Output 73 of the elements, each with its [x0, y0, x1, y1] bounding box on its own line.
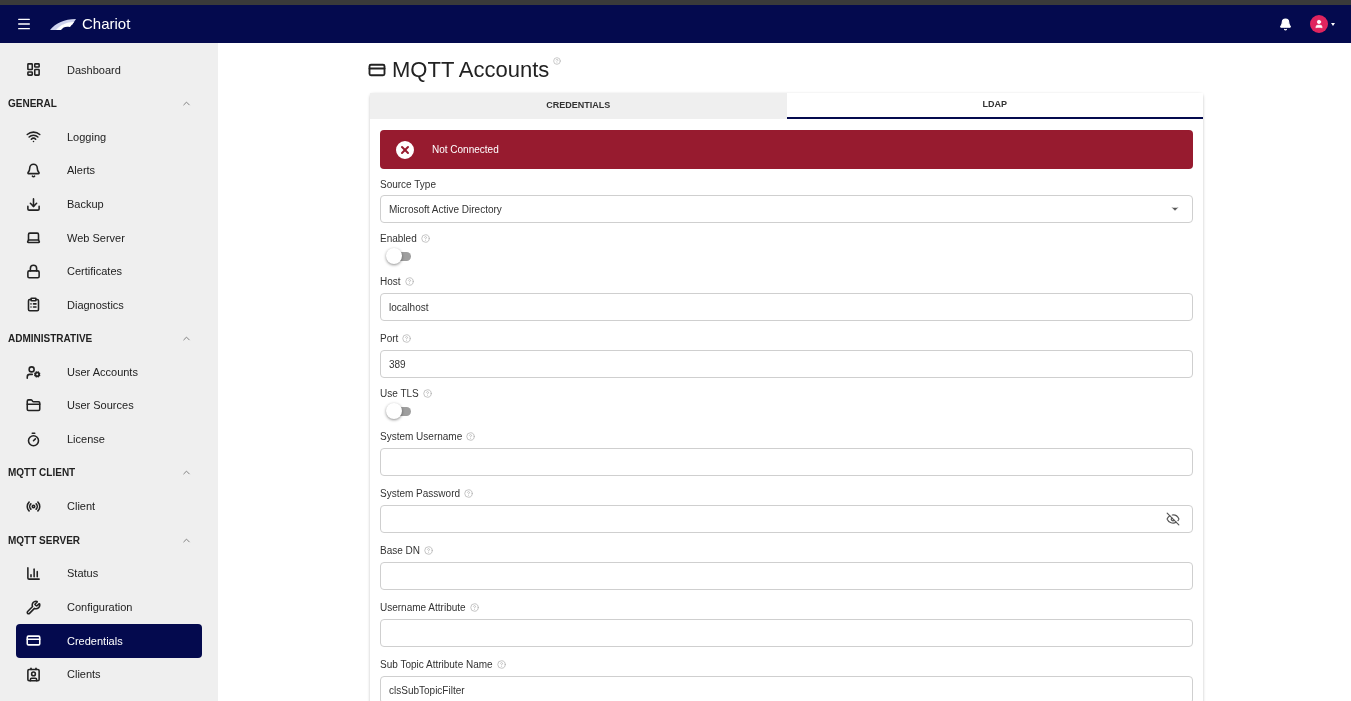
sidebar-item[interactable]: Dashboard [16, 53, 202, 87]
field-label: Use TLS [380, 386, 419, 401]
section-header[interactable]: MQTT CLIENT [0, 456, 218, 490]
password-field[interactable] [380, 505, 1193, 533]
sidebar-item[interactable]: Credentials [16, 624, 202, 658]
section-header[interactable]: ADMINISTRATIVE [0, 321, 218, 356]
field-label: System Username [380, 429, 463, 444]
signal-icon [26, 499, 41, 514]
user-gear-icon [26, 364, 41, 380]
help-icon[interactable] [553, 57, 562, 65]
stopwatch-icon [26, 431, 41, 447]
field-label: Enabled [380, 231, 417, 246]
help-icon[interactable] [404, 276, 414, 286]
help-icon[interactable] [496, 659, 506, 669]
sidebar-item[interactable]: License [16, 422, 202, 457]
logo-icon [48, 17, 78, 31]
id-badge-icon [26, 667, 41, 682]
sidebar-item[interactable]: Clients [16, 657, 202, 692]
sidebar-item[interactable]: Logging [16, 120, 202, 154]
lock-icon [26, 263, 41, 279]
field-label: Port [380, 331, 399, 346]
sidebar-item[interactable]: Diagnostics [16, 288, 202, 322]
download-icon [26, 196, 41, 212]
tab[interactable]: LDAP [786, 93, 1203, 119]
page-title: MQTT Accounts [392, 57, 550, 83]
folder-icon [26, 398, 41, 414]
bell-icon[interactable] [1279, 17, 1292, 31]
sidebar-item[interactable]: Alerts [16, 153, 202, 188]
wrench-icon [26, 599, 41, 615]
field-label: Host [380, 274, 401, 289]
field-label: Source Type [380, 177, 436, 192]
help-icon[interactable] [464, 488, 474, 498]
error-banner: Not Connected [380, 130, 1193, 169]
dashboard-icon [26, 62, 41, 78]
section-header[interactable]: MQTT SERVER [0, 523, 218, 557]
help-icon[interactable] [466, 431, 476, 441]
help-icon[interactable] [420, 233, 430, 243]
clipboard-icon [26, 297, 41, 313]
user-icon [1314, 19, 1324, 29]
input-field[interactable] [380, 562, 1193, 590]
field-label: System Password [380, 486, 461, 501]
field-label: Sub Topic Attribute Name [380, 657, 493, 672]
input-field[interactable] [380, 619, 1193, 647]
input-field[interactable]: localhost [380, 293, 1193, 321]
help-icon[interactable] [422, 388, 432, 398]
input-field[interactable]: clsSubTopicFilter [380, 676, 1193, 701]
field-label: Base DN [380, 543, 420, 558]
menu-icon[interactable] [16, 16, 32, 32]
dropdown-icon [1170, 204, 1180, 214]
input-field[interactable] [380, 448, 1193, 476]
sidebar-item[interactable]: Certificates [16, 254, 202, 289]
sidebar-item[interactable]: User Accounts [16, 355, 202, 389]
sidebar-item[interactable]: Client [16, 489, 202, 524]
help-icon[interactable] [402, 333, 412, 343]
sidebar-item[interactable]: Status [16, 556, 202, 591]
bell-icon [26, 163, 41, 179]
input-field[interactable]: 389 [380, 350, 1193, 378]
section-header[interactable]: GENERAL [0, 86, 218, 121]
bar-chart-icon [26, 566, 41, 582]
laptop-icon [26, 230, 41, 246]
field-label: Username Attribute [380, 600, 466, 615]
eye-off-icon[interactable] [1166, 512, 1180, 526]
tab[interactable]: CREDENTIALS [370, 93, 787, 119]
help-icon[interactable] [469, 602, 479, 612]
sidebar-item[interactable]: Configuration [16, 590, 202, 625]
sidebar-item[interactable]: Backup [16, 187, 202, 221]
sidebar-item[interactable]: User Sources [16, 388, 202, 423]
wifi-icon [26, 129, 41, 145]
sidebar-item[interactable]: Web Server [16, 220, 202, 255]
app-title: Chariot [82, 13, 131, 34]
avatar-button[interactable] [1310, 15, 1335, 33]
help-icon[interactable] [424, 545, 433, 555]
select-field[interactable]: Microsoft Active Directory [380, 195, 1193, 223]
